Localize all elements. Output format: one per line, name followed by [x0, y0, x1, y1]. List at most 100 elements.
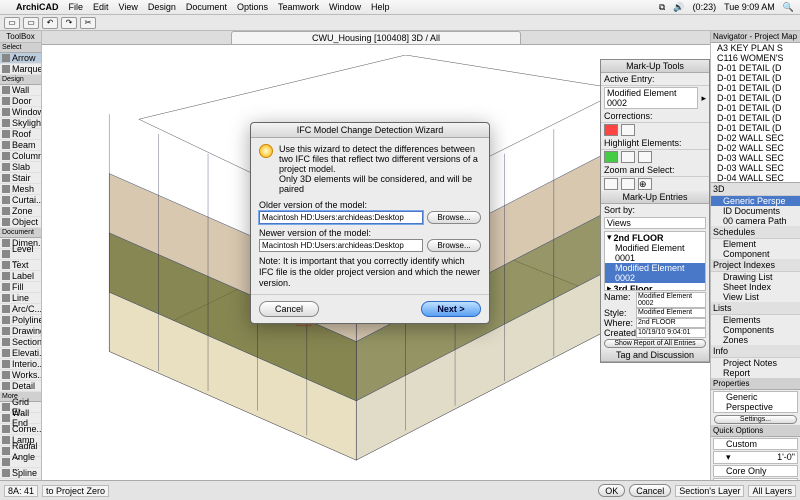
floor-2nd[interactable]: ▾ 2nd FLOOR: [605, 232, 705, 243]
menu-window[interactable]: Window: [329, 2, 361, 12]
redo-icon[interactable]: ↷: [61, 17, 77, 29]
tool-door[interactable]: Door: [0, 96, 41, 107]
entry-0002-sel[interactable]: Modified Element 0002: [605, 263, 705, 283]
tool-mesh[interactable]: Mesh: [0, 184, 41, 195]
nav-properties-header[interactable]: Properties: [711, 378, 800, 390]
navigator-tree[interactable]: A3 KEY PLAN S C116 WOMEN'S D-01 DETAIL (…: [711, 43, 800, 183]
next-button[interactable]: Next >: [421, 301, 481, 317]
quick-opt4[interactable]: US ArchiCAD 10 Default: [713, 478, 798, 480]
tool-detail[interactable]: Detail: [0, 381, 41, 392]
show-report-button[interactable]: Show Report of All Entries: [604, 339, 706, 348]
tool-object[interactable]: Object: [0, 217, 41, 228]
tool-curtain[interactable]: Curtai...: [0, 195, 41, 206]
nav-list-components[interactable]: Components: [711, 325, 800, 335]
nav-item[interactable]: D-01 DETAIL (D: [711, 63, 800, 73]
nav-proj-notes[interactable]: Project Notes: [711, 358, 800, 368]
nav-drawing-list[interactable]: Drawing List: [711, 272, 800, 282]
tool-line[interactable]: Line: [0, 293, 41, 304]
status-all-layers[interactable]: All Layers: [748, 485, 796, 497]
nav-item[interactable]: D-02 WALL SEC: [711, 133, 800, 143]
older-browse-button[interactable]: Browse...: [427, 211, 481, 224]
quick-opt1[interactable]: Custom: [713, 438, 798, 450]
newer-path-input[interactable]: [259, 239, 423, 252]
cancel-button[interactable]: Cancel: [259, 301, 319, 317]
app-name[interactable]: ArchiCAD: [16, 2, 59, 12]
menu-edit[interactable]: Edit: [93, 2, 109, 12]
zoom-btn2[interactable]: [621, 178, 635, 190]
entry-0001[interactable]: Modified Element 0001: [605, 243, 705, 263]
cut-icon[interactable]: ✂: [80, 17, 96, 29]
wifi-icon[interactable]: ⧉: [659, 2, 665, 13]
tool-polyline[interactable]: Polyline: [0, 315, 41, 326]
nav-lists[interactable]: Lists: [711, 302, 800, 315]
status-layer[interactable]: Section's Layer: [675, 485, 744, 497]
tool-slab[interactable]: Slab: [0, 162, 41, 173]
chevron-down-icon[interactable]: ▸: [701, 93, 706, 104]
floor-3rd[interactable]: ▸ 3rd Floor: [605, 283, 705, 291]
tool-drawing[interactable]: Drawing: [0, 326, 41, 337]
nav-3d-docs[interactable]: ID Documents: [711, 206, 800, 216]
tool-skylight[interactable]: Skylight: [0, 118, 41, 129]
entry-style[interactable]: Modified Element: [636, 308, 706, 318]
tool-arc[interactable]: Arc/C...: [0, 304, 41, 315]
nav-item[interactable]: A3 KEY PLAN S: [711, 43, 800, 53]
volume-icon[interactable]: 🔊: [673, 2, 684, 13]
nav-item[interactable]: D-01 DETAIL (D: [711, 83, 800, 93]
menu-document[interactable]: Document: [186, 2, 227, 12]
markup-entries-header[interactable]: Mark-Up Entries: [601, 191, 709, 204]
undo-icon[interactable]: ↶: [42, 17, 58, 29]
nav-item[interactable]: D-03 WALL SEC: [711, 163, 800, 173]
nav-list-zones[interactable]: Zones: [711, 335, 800, 345]
quick-opt3[interactable]: Core Only: [713, 465, 798, 477]
document-tab[interactable]: CWU_Housing [100408] 3D / All: [231, 31, 521, 44]
nav-item[interactable]: D-03 WALL SEC: [711, 153, 800, 163]
tool-column[interactable]: Column: [0, 151, 41, 162]
highlight-green-icon[interactable]: [604, 151, 618, 163]
menu-teamwork[interactable]: Teamwork: [278, 2, 319, 12]
quick-options-header[interactable]: Quick Options: [711, 425, 800, 437]
nav-3d-generic[interactable]: Generic Perspe: [711, 196, 800, 206]
entry-name[interactable]: Modified Element 0002: [636, 292, 706, 308]
nav-item[interactable]: C116 WOMEN'S: [711, 53, 800, 63]
highlight-btn2[interactable]: [621, 151, 635, 163]
tool-corner[interactable]: Corne...: [0, 424, 41, 435]
sort-select[interactable]: Views: [604, 217, 706, 229]
tool-beam[interactable]: Beam: [0, 140, 41, 151]
tool-spline[interactable]: Spline: [0, 468, 41, 479]
nav-item[interactable]: D-01 DETAIL (D: [711, 93, 800, 103]
zoom-btn1[interactable]: [604, 178, 618, 190]
settings-button[interactable]: Settings...: [714, 415, 797, 424]
newer-browse-button[interactable]: Browse...: [427, 239, 481, 252]
nav-list-elements[interactable]: Elements: [711, 315, 800, 325]
markup-active-value[interactable]: Modified Element 0002: [604, 87, 698, 109]
nav-sched-element[interactable]: Element: [711, 239, 800, 249]
nav-proj-indexes[interactable]: Project Indexes: [711, 259, 800, 272]
menu-help[interactable]: Help: [371, 2, 390, 12]
nav-schedules[interactable]: Schedules: [711, 226, 800, 239]
tool-section[interactable]: Section: [0, 337, 41, 348]
tool-level[interactable]: Level ...: [0, 249, 41, 260]
menu-file[interactable]: File: [69, 2, 84, 12]
status-projzero[interactable]: to Project Zero: [42, 485, 109, 497]
tool-interior[interactable]: Interio...: [0, 359, 41, 370]
nav-item[interactable]: D-01 DETAIL (D: [711, 73, 800, 83]
tool-elevation[interactable]: Elevati...: [0, 348, 41, 359]
open-icon[interactable]: ▭: [23, 17, 39, 29]
menu-options[interactable]: Options: [237, 2, 268, 12]
menu-view[interactable]: View: [119, 2, 138, 12]
markup-entry-list[interactable]: ▾ 2nd FLOOR Modified Element 0001 Modifi…: [604, 231, 706, 291]
nav-view-list[interactable]: View List: [711, 292, 800, 302]
status-ok-button[interactable]: OK: [598, 484, 625, 497]
tag-discussion-header[interactable]: Tag and Discussion: [601, 349, 709, 362]
tool-wall[interactable]: Wall: [0, 85, 41, 96]
quick-scale[interactable]: 1'-0": [777, 452, 795, 463]
spotlight-icon[interactable]: 🔍: [783, 2, 794, 13]
nav-info[interactable]: Info: [711, 345, 800, 358]
tool-worksheet[interactable]: Works...: [0, 370, 41, 381]
tool-zone[interactable]: Zone: [0, 206, 41, 217]
nav-item[interactable]: D-04 WALL SEC: [711, 173, 800, 183]
new-icon[interactable]: ▭: [4, 17, 20, 29]
nav-item[interactable]: D-01 DETAIL (D: [711, 123, 800, 133]
tool-angle[interactable]: Angle ...: [0, 457, 41, 468]
nav-sched-component[interactable]: Component: [711, 249, 800, 259]
